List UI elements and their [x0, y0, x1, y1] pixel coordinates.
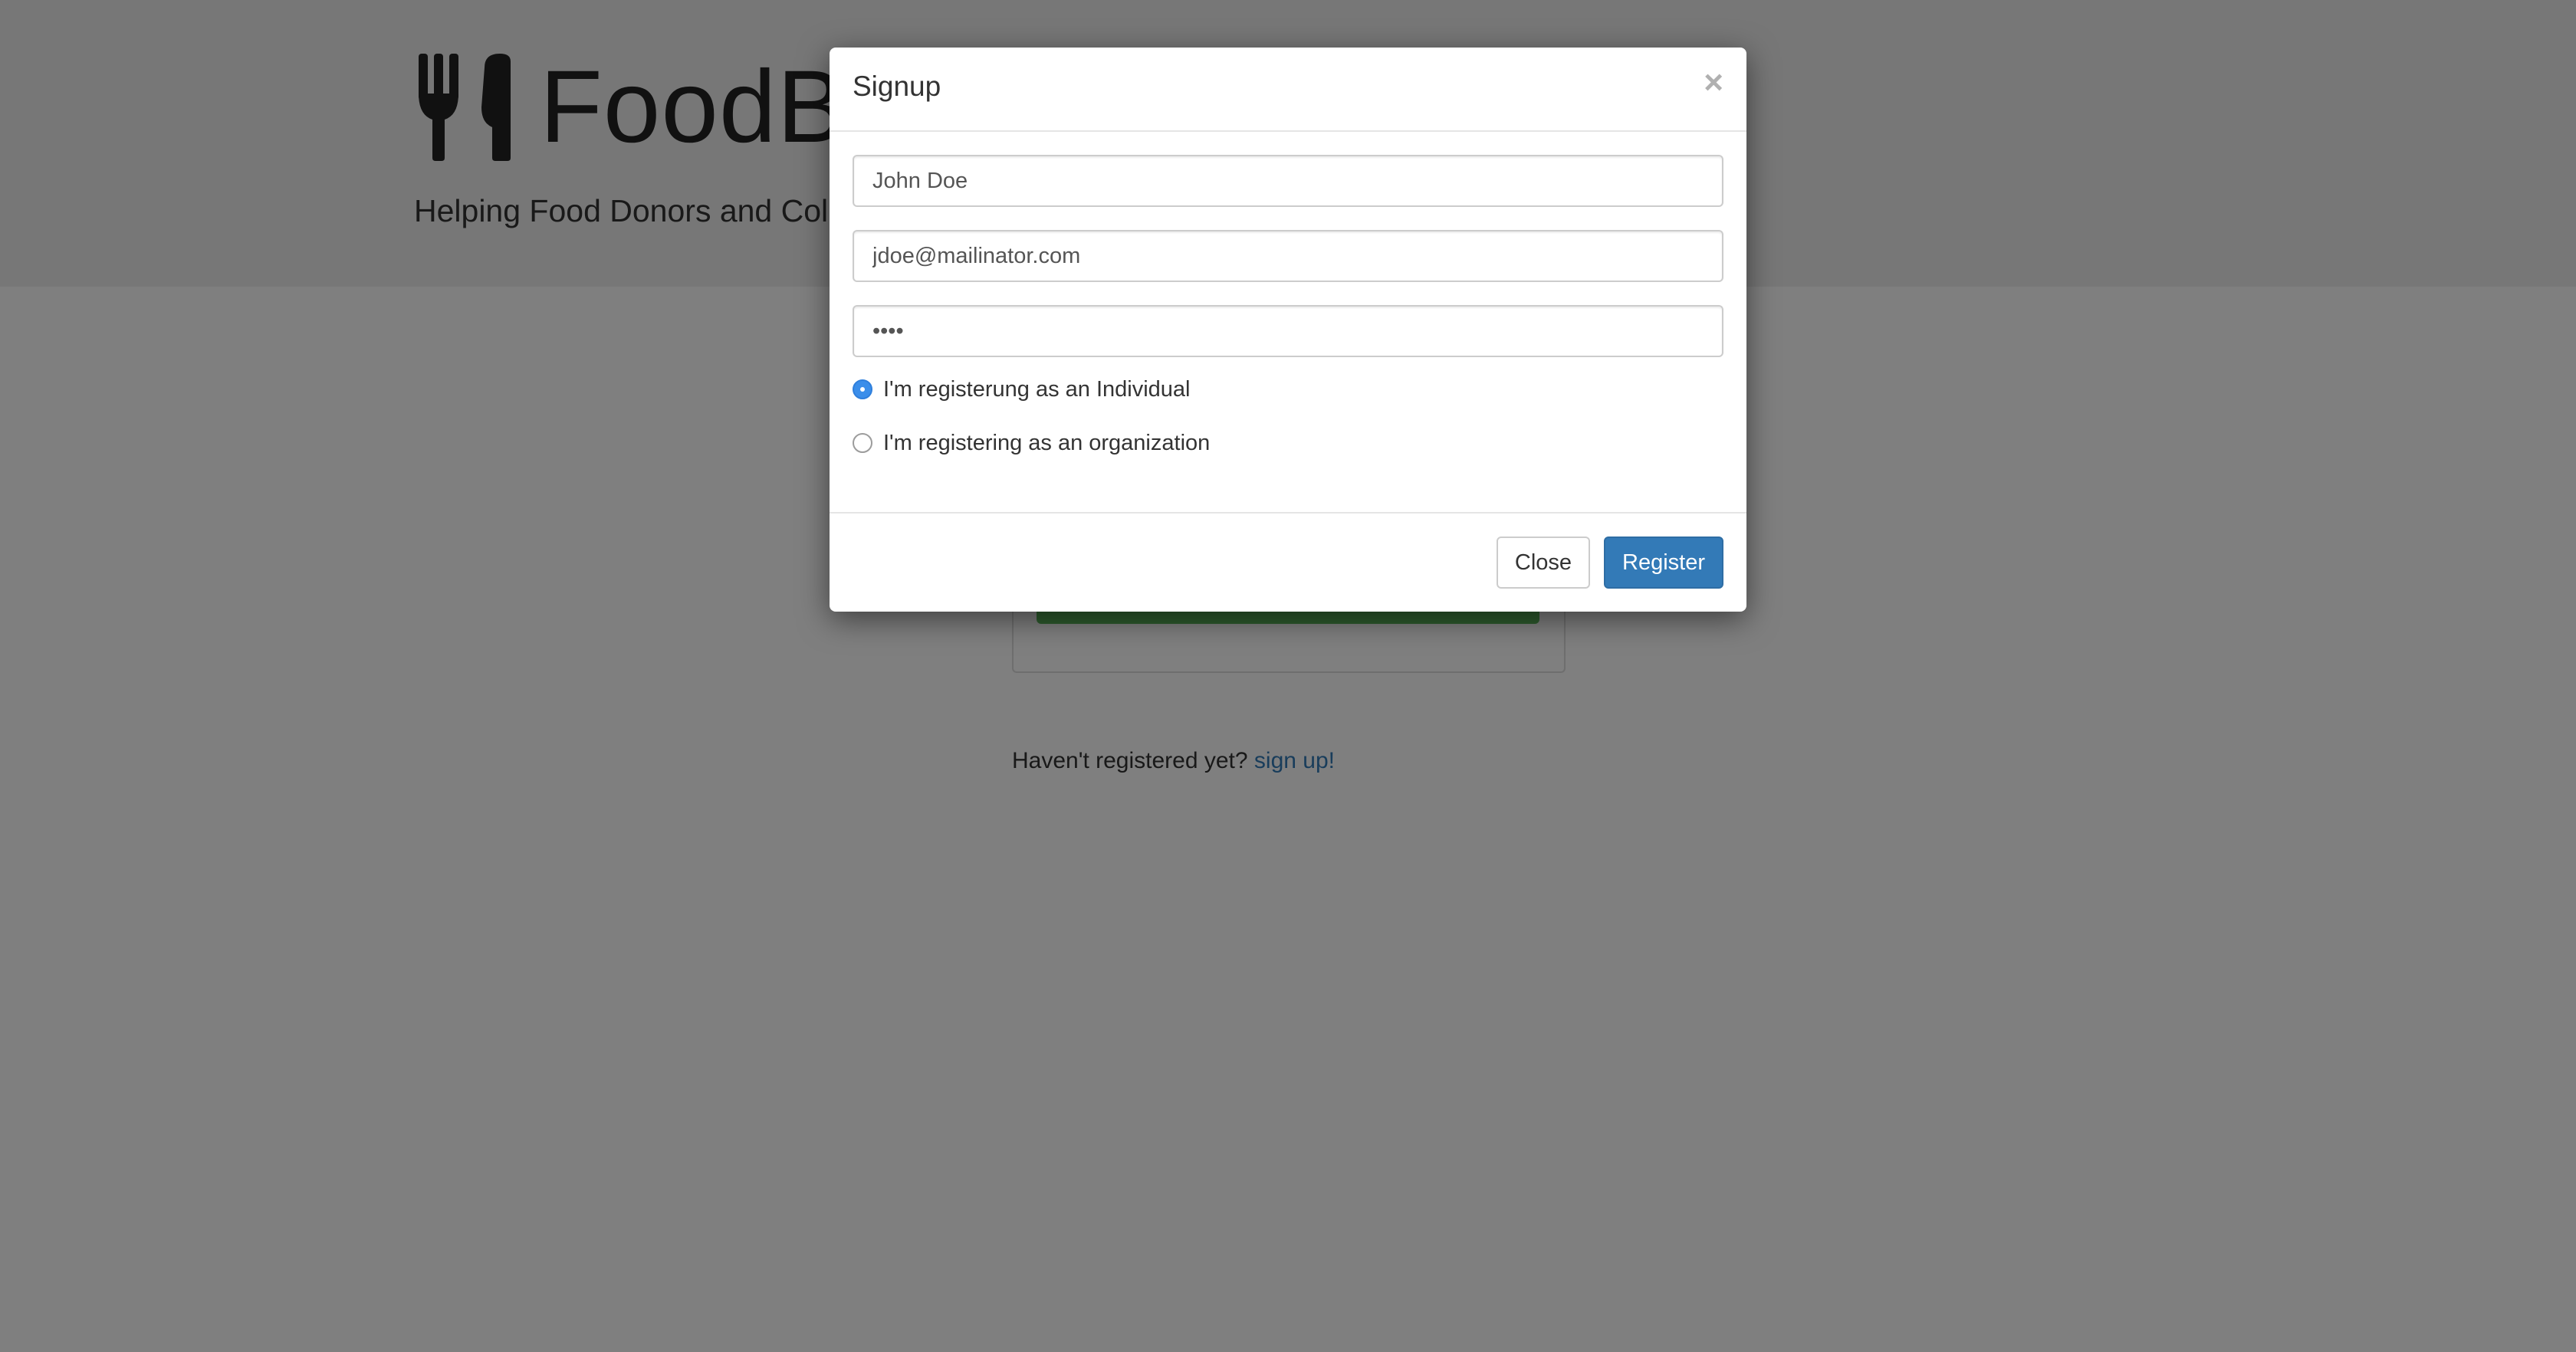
name-input[interactable]	[853, 155, 1723, 207]
close-icon[interactable]: ×	[1704, 66, 1723, 100]
radio-individual-row[interactable]: I'm registerung as an Individual	[853, 374, 1723, 405]
radio-individual[interactable]	[853, 379, 872, 399]
radio-organization[interactable]	[853, 433, 872, 453]
close-button[interactable]: Close	[1497, 537, 1590, 589]
register-button[interactable]: Register	[1604, 537, 1723, 589]
modal-body: I'm registerung as an Individual I'm reg…	[853, 155, 1723, 481]
password-input[interactable]	[853, 305, 1723, 357]
radio-organization-row[interactable]: I'm registering as an organization	[853, 428, 1723, 458]
radio-organization-label: I'm registering as an organization	[883, 430, 1211, 455]
signup-modal: Signup × I'm registerung as an Individua…	[830, 48, 1746, 612]
modal-footer: Close Register	[830, 512, 1746, 612]
email-input[interactable]	[853, 230, 1723, 282]
modal-header: Signup ×	[830, 48, 1746, 132]
modal-title: Signup	[853, 71, 941, 102]
radio-individual-label: I'm registerung as an Individual	[883, 376, 1191, 402]
